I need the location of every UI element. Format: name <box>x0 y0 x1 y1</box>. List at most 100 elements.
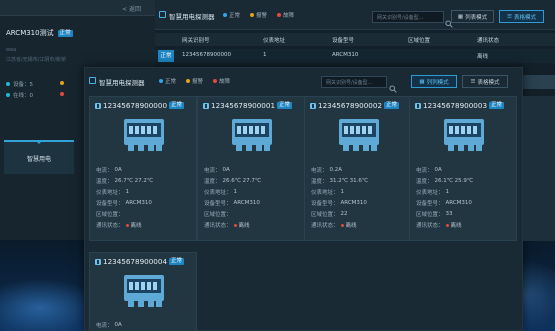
card-temperature: 温度： 26.6℃ 27.7℃ <box>204 177 261 185</box>
card-header: 12345678900003 正常 <box>415 101 505 110</box>
legend-normal-label: 正常 <box>229 13 241 19</box>
stat-online: 在线：0 <box>6 91 33 99</box>
search-input[interactable]: 网关识别号/设备型... <box>372 11 444 23</box>
current-value: 0.2A <box>329 167 343 173</box>
current-value: 0A <box>434 167 442 173</box>
comm-value: 离线 <box>450 223 462 229</box>
list-mode-button[interactable]: ▦ 列列模式 <box>411 75 457 88</box>
card-current: 电流： 0A <box>96 321 122 329</box>
device-dot-icon <box>6 82 10 86</box>
area-label: 区域位置： <box>204 212 232 218</box>
card-area: 区域位置： <box>204 210 234 218</box>
stat-online-label: 在线：0 <box>13 93 33 99</box>
background-window-header: 智慧用电探测器 正常 报警 故障 网关识别号/设备型... ▦ 列表模式 ☰ 表… <box>155 0 555 30</box>
device-card[interactable]: 12345678900000 正常 电流： 0A 温度： 26.7℃ 27.2℃ 仪… <box>89 96 197 241</box>
card-id: 12345678900001 <box>211 101 276 110</box>
card-area: 区域位置： <box>96 210 126 218</box>
card-area: 区域位置： 22 <box>311 210 348 218</box>
temperature-value: 26.6℃ 27.7℃ <box>222 178 262 184</box>
online-dot-icon <box>6 93 10 97</box>
row-device-model: ARCM310 <box>332 52 359 58</box>
row-gateway-id: 12345678900000 <box>182 52 231 58</box>
table-row[interactable]: 正常 12345678900000 1 ARCM310 离线 <box>155 49 555 63</box>
device-icon <box>310 102 316 109</box>
address-value: 1 <box>445 189 450 195</box>
stat-devices-label: 设备：5 <box>13 82 33 88</box>
card-current: 电流： 0A <box>96 166 122 174</box>
card-id: 12345678900002 <box>318 101 383 110</box>
card-temperature: 温度： 31.2℃ 31.6℃ <box>311 177 368 185</box>
temperature-label: 温度： <box>204 179 221 185</box>
table-icon: ☰ <box>470 78 476 85</box>
current-value: 0A <box>114 167 122 173</box>
table-mode-label: 表格模式 <box>513 14 536 21</box>
device-card[interactable]: 12345678900001 正常 电流： 0A 温度： 26.6℃ 27.7℃ 仪… <box>197 96 305 241</box>
card-address: 仪表地址： 1 <box>311 188 344 196</box>
card-model: 设备型号： ARCM310 <box>204 199 260 207</box>
device-card[interactable]: 12345678900004 正常 电流： 0A <box>89 252 197 331</box>
search-input[interactable]: 网关识别号/设备型... <box>321 76 387 88</box>
card-id: 12345678900000 <box>103 101 168 110</box>
address-label: 仪表地址： <box>96 190 124 196</box>
meter-icon <box>339 119 379 151</box>
card-comm: 通讯状态： 离线 <box>311 221 357 229</box>
alarm-dot-icon <box>60 81 64 85</box>
temperature-label: 温度： <box>311 179 328 185</box>
row-status-tag: 正常 <box>158 50 174 62</box>
search-icon[interactable] <box>389 78 397 93</box>
current-value: 0A <box>222 167 230 173</box>
address-value: 1 <box>233 189 238 195</box>
row-stripe <box>519 75 555 89</box>
fault-dot-icon <box>60 92 64 96</box>
card-id: 12345678900003 <box>423 101 488 110</box>
legend-fault-dot-icon <box>213 79 217 83</box>
legend-fault-dot-icon <box>277 13 281 17</box>
card-status-badge: 正常 <box>169 258 185 265</box>
legend-normal-label: 正常 <box>165 79 177 85</box>
address-value: 1 <box>340 189 345 195</box>
card-comm: 通讯状态： 离线 <box>96 221 142 229</box>
meter-icon <box>444 119 484 151</box>
legend-alarm: 报警 <box>250 11 267 19</box>
model-label: 设备型号： <box>416 201 444 207</box>
grid-icon: ▦ <box>419 78 425 85</box>
device-card[interactable]: 12345678900003 正常 电流： 0A 温度： 26.1℃ 25.9℃ 仪… <box>409 96 517 241</box>
card-model: 设备型号： ARCM310 <box>416 199 472 207</box>
back-link[interactable]: < 返回 <box>122 4 141 13</box>
project-name: ARCM310测试 <box>6 29 54 37</box>
list-mode-button[interactable]: ▦ 列表模式 <box>451 10 494 23</box>
device-icon <box>95 258 101 265</box>
address-value: 1 <box>125 189 130 195</box>
legend-normal: 正常 <box>159 77 176 85</box>
smart-power-tile[interactable]: 智慧用电 <box>4 140 74 174</box>
legend-alarm-dot-icon <box>186 79 190 83</box>
legend-normal-dot-icon <box>223 13 227 17</box>
legend-normal-dot-icon <box>159 79 163 83</box>
card-status-badge: 正常 <box>277 102 293 109</box>
card-status-badge: 正常 <box>169 102 185 109</box>
offline-dot-icon <box>125 223 129 227</box>
area-value: 33 <box>445 211 453 217</box>
partial-card <box>523 96 555 241</box>
meter-icon <box>232 119 272 151</box>
temperature-value: 26.7℃ 27.2℃ <box>114 178 154 184</box>
legend-fault: 故障 <box>277 11 294 19</box>
comm-value: 离线 <box>345 223 357 229</box>
table-mode-button[interactable]: ☰ 表格模式 <box>499 10 544 23</box>
card-current: 电流： 0A <box>416 166 442 174</box>
card-temperature: 温度： 26.7℃ 27.2℃ <box>96 177 153 185</box>
current-label: 电流： <box>311 168 328 174</box>
monitor-icon <box>89 77 96 84</box>
temperature-value: 26.1℃ 25.9℃ <box>434 178 474 184</box>
temperature-value: 31.2℃ 31.6℃ <box>329 178 369 184</box>
model-value: ARCM310 <box>125 200 152 206</box>
project-title: ARCM310测试 正常 <box>6 28 73 38</box>
card-model: 设备型号： ARCM310 <box>96 199 152 207</box>
table-mode-button[interactable]: ☰ 表格模式 <box>462 75 508 88</box>
device-card[interactable]: 12345678900002 正常 电流： 0.2A 温度： 31.2℃ 31.6℃… <box>304 96 412 241</box>
legend-alarm-label: 报警 <box>256 13 268 19</box>
model-value: ARCM310 <box>233 200 260 206</box>
address-label: 仪表地址： <box>416 190 444 196</box>
model-value: ARCM310 <box>445 200 472 206</box>
area-label: 区域位置： <box>416 212 444 218</box>
